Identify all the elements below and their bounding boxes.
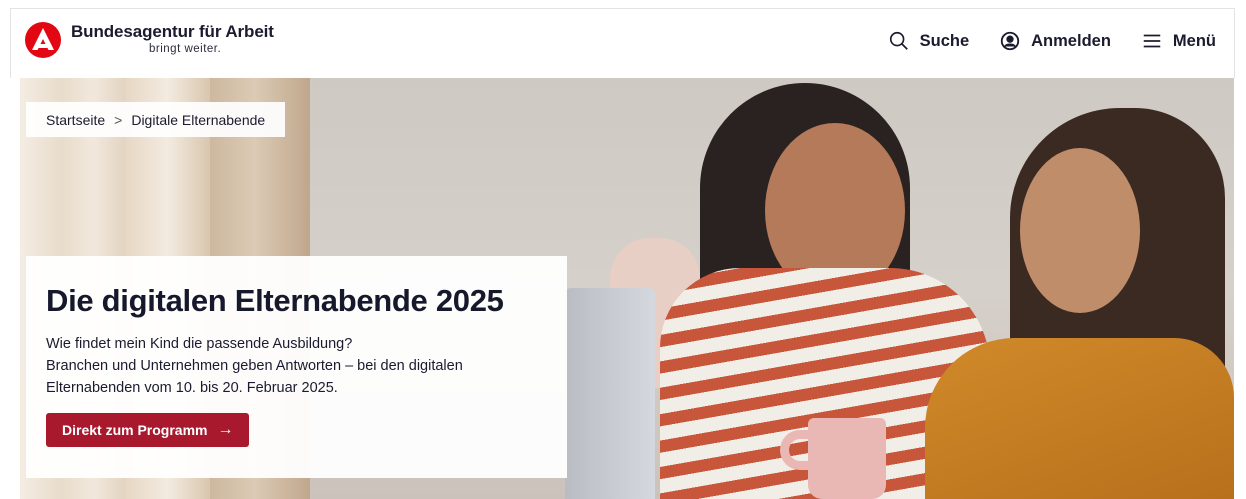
- program-button[interactable]: Direkt zum Programm →: [46, 413, 250, 447]
- menu-icon: [1143, 34, 1161, 48]
- hero-text-line2: Branchen und Unternehmen geben Antworten…: [46, 358, 463, 396]
- daughter-face: [1020, 148, 1140, 313]
- laptop-screen: [565, 288, 655, 499]
- login-button[interactable]: Anmelden: [999, 30, 1111, 52]
- mug: [808, 418, 886, 499]
- program-button-label: Direkt zum Programm: [62, 422, 208, 438]
- breadcrumb-link-home[interactable]: Startseite: [46, 112, 105, 128]
- menu-label: Menü: [1172, 31, 1216, 50]
- logo-claim: bringt weiter.: [149, 43, 222, 55]
- menu-button[interactable]: Menü: [1141, 30, 1216, 52]
- arrow-right-icon: →: [217, 421, 234, 438]
- logo-title: Bundesagentur für Arbeit: [71, 22, 274, 41]
- search-icon: [889, 31, 908, 50]
- login-label: Anmelden: [1031, 31, 1111, 50]
- search-label: Suche: [919, 31, 970, 50]
- search-button[interactable]: Suche: [888, 30, 970, 52]
- user-icon: [1000, 31, 1020, 51]
- hero-text: Wie findet mein Kind die passende Ausbil…: [46, 333, 547, 399]
- breadcrumb-current: Digitale Elternabende: [131, 111, 266, 128]
- logo-text: Bundesagentur für Arbeit bringt weiter.: [71, 22, 274, 56]
- breadcrumb: Startseite > Digitale Elternabende: [26, 102, 286, 137]
- hero-text-line1: Wie findet mein Kind die passende Ausbil…: [46, 336, 353, 352]
- breadcrumb-separator: >: [114, 111, 123, 128]
- ba-logo-icon: [25, 22, 61, 58]
- header-nav: Suche Anmelden Menü: [858, 30, 1216, 52]
- hero-title: Die digitalen Elternabende 2025: [46, 283, 504, 318]
- site-header: Bundesagentur für Arbeit bringt weiter. …: [10, 8, 1235, 78]
- hero-banner: Startseite > Digitale Elternabende Die d…: [20, 78, 1234, 499]
- logo[interactable]: Bundesagentur für Arbeit bringt weiter.: [25, 22, 274, 58]
- hero-teaser: Die digitalen Elternabende 2025 Wie find…: [26, 256, 567, 478]
- daughter-shirt: [925, 338, 1234, 499]
